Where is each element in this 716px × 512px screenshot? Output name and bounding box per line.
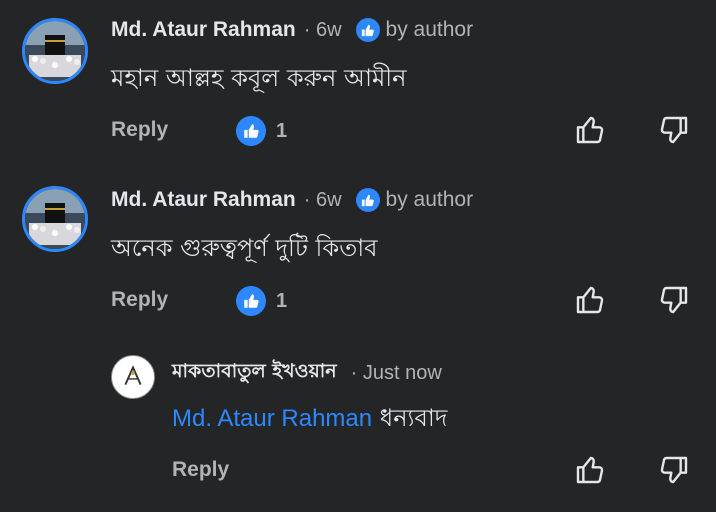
reply-button[interactable]: Reply bbox=[111, 118, 168, 142]
like-reaction-icon bbox=[355, 188, 380, 212]
comment-time[interactable]: · Just now bbox=[351, 362, 442, 385]
comment-text: অনেক গুরুত্বপূর্ণ দুটি কিতাব bbox=[111, 234, 378, 262]
author-badge: by author bbox=[355, 18, 474, 42]
avatar[interactable] bbox=[111, 355, 155, 399]
like-number: 1 bbox=[276, 289, 288, 312]
thumbs-down-icon[interactable] bbox=[658, 284, 690, 316]
thumbs-up-icon[interactable] bbox=[574, 114, 606, 146]
badge-label: by author bbox=[385, 188, 474, 211]
reply-text: ধন্যবাদ bbox=[379, 404, 448, 432]
avatar[interactable] bbox=[22, 186, 88, 252]
reply-button[interactable]: Reply bbox=[172, 458, 229, 482]
comment-time[interactable]: · 6w bbox=[304, 189, 342, 212]
mention-link[interactable]: Md. Ataur Rahman bbox=[172, 405, 372, 432]
comment-text: Md. Ataur Rahman ধন্যবাদ bbox=[172, 400, 447, 440]
comment-text: মহান আল্লহ কবূল করুন আমীন bbox=[111, 64, 407, 92]
like-reaction-icon bbox=[236, 286, 266, 316]
reply-button[interactable]: Reply bbox=[111, 288, 168, 312]
comment-time[interactable]: · 6w bbox=[304, 19, 342, 42]
comment-author[interactable]: মাকতাবাতুল ইখওয়ান bbox=[172, 357, 337, 389]
thumbs-down-icon[interactable] bbox=[658, 454, 690, 486]
kaaba-photo-icon bbox=[25, 21, 85, 81]
like-count[interactable]: 1 bbox=[236, 116, 287, 146]
comment-meta: Md. Ataur Rahman · 6w by author bbox=[111, 18, 473, 42]
thumbs-down-icon[interactable] bbox=[658, 114, 690, 146]
avatar[interactable] bbox=[22, 18, 88, 84]
thumbs-up-icon[interactable] bbox=[574, 284, 606, 316]
publisher-logo-icon bbox=[113, 357, 153, 397]
author-badge: by author bbox=[355, 188, 474, 212]
thumbs-up-icon[interactable] bbox=[574, 454, 606, 486]
comment-author[interactable]: Md. Ataur Rahman bbox=[111, 18, 296, 42]
comment-meta: মাকতাবাতুল ইখওয়ান · Just now bbox=[172, 357, 442, 389]
like-reaction-icon bbox=[236, 116, 266, 146]
comment-meta: Md. Ataur Rahman · 6w by author bbox=[111, 188, 473, 212]
comment-author[interactable]: Md. Ataur Rahman bbox=[111, 188, 296, 212]
like-number: 1 bbox=[276, 119, 288, 142]
kaaba-photo-icon bbox=[25, 189, 85, 249]
like-reaction-icon bbox=[355, 18, 380, 42]
like-count[interactable]: 1 bbox=[236, 286, 287, 316]
badge-label: by author bbox=[385, 18, 474, 41]
